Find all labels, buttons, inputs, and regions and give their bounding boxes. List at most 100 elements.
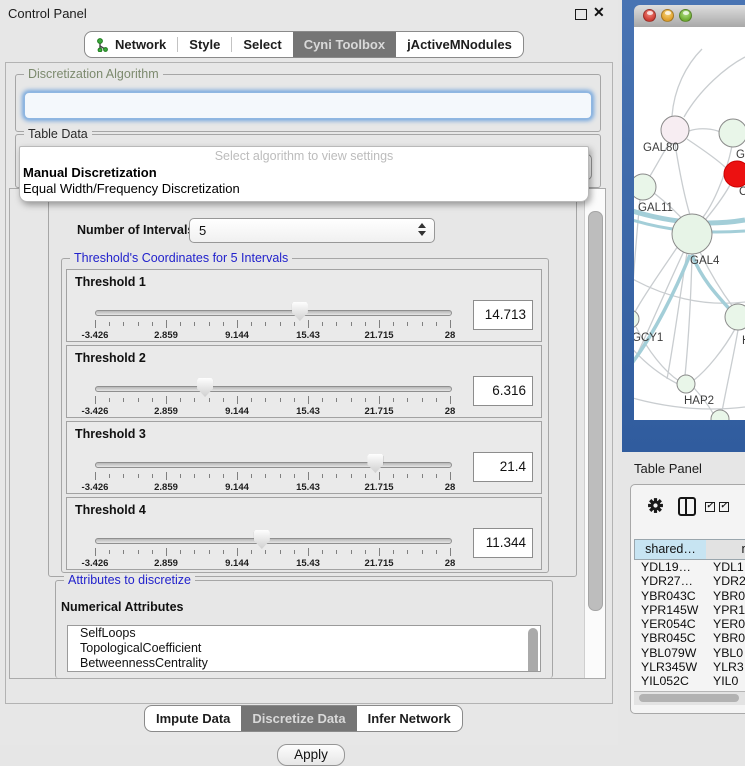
table-cell[interactable]: YBR0 — [713, 589, 745, 603]
table-row[interactable]: YBR045C YBR0 — [634, 631, 745, 645]
tab-impute-data[interactable]: Impute Data — [145, 706, 241, 731]
threshold-value-field[interactable]: 11.344 — [473, 528, 533, 558]
tab-infer-network[interactable]: Infer Network — [357, 706, 462, 731]
table-cell[interactable]: YDR27… — [641, 574, 693, 588]
network-edge[interactable] — [721, 330, 738, 417]
table-cell[interactable]: YBR045C — [641, 631, 696, 645]
close-icon[interactable]: ✕ — [593, 4, 605, 21]
attributes-listbox[interactable]: SelfLoopsTopologicalCoefficientBetweenne… — [67, 625, 541, 672]
network-canvas[interactable]: GAL80GACGAL11GAL4GCY1HHAP2 — [634, 27, 745, 420]
slider-handle[interactable] — [254, 530, 270, 549]
network-edge[interactable] — [689, 129, 720, 132]
tab-network[interactable]: Network — [85, 32, 177, 57]
list-scrollbar[interactable] — [528, 628, 538, 672]
attribute-list-item[interactable]: TopologicalCoefficient — [68, 641, 540, 656]
dropdown-option-equal-width[interactable]: Equal Width/Frequency Discretization — [20, 180, 588, 196]
network-edge[interactable] — [634, 277, 745, 303]
attribute-list-item[interactable]: BetweennessCentrality — [68, 656, 540, 671]
tab-select[interactable]: Select — [232, 32, 292, 57]
split-view-icon[interactable] — [678, 497, 696, 516]
table-cell[interactable]: YDR2 — [713, 574, 745, 588]
threshold-value-field[interactable]: 14.713 — [473, 300, 533, 330]
apply-button[interactable]: Apply — [277, 744, 345, 766]
network-node-GAL4[interactable] — [672, 214, 712, 254]
table-row[interactable]: YIL052C YIL0 — [634, 674, 745, 688]
zoom-traffic-light[interactable] — [679, 9, 692, 22]
threshold-slider[interactable]: -3.4262.8599.14415.4321.71528 — [95, 346, 450, 419]
table-row[interactable]: YDR27… YDR2 — [634, 574, 745, 588]
table-cell[interactable]: YDL19… — [641, 560, 691, 574]
number-of-intervals-combobox[interactable]: 5 — [189, 218, 435, 243]
table-row[interactable]: YBL079W YBL0 — [634, 646, 745, 660]
scrollbar-thumb[interactable] — [588, 211, 603, 611]
settings-gear-icon[interactable] — [647, 497, 664, 519]
column-header-name[interactable]: na — [706, 539, 745, 560]
network-node-GAL80[interactable] — [661, 116, 689, 144]
tick-label: 21.715 — [364, 406, 393, 417]
network-node-GCY1[interactable] — [634, 310, 639, 328]
table-cell[interactable]: YLR3 — [713, 660, 744, 674]
network-edge[interactable] — [687, 139, 726, 168]
table-cell[interactable]: YDL1 — [713, 560, 744, 574]
slider-track[interactable] — [95, 310, 452, 316]
float-window-icon[interactable] — [575, 9, 587, 20]
horizontal-scrollbar[interactable] — [634, 691, 745, 705]
scrollbar-thumb[interactable] — [639, 694, 739, 702]
table-cell[interactable]: YER054C — [641, 617, 696, 631]
table-cell[interactable]: YER0 — [713, 617, 745, 631]
threshold-value-field[interactable]: 21.4 — [473, 452, 533, 482]
tick-mark — [166, 548, 167, 556]
network-edge-highlighted[interactable] — [634, 255, 690, 367]
vertical-scrollbar[interactable] — [584, 189, 605, 678]
network-edge[interactable] — [685, 254, 692, 376]
table-cell[interactable]: YBR0 — [713, 631, 745, 645]
threshold-slider[interactable]: -3.4262.8599.14415.4321.71528 — [95, 270, 450, 343]
table-row[interactable]: YBR043C YBR0 — [634, 589, 745, 603]
network-edge[interactable] — [634, 199, 640, 311]
slider-track[interactable] — [95, 538, 452, 544]
table-row[interactable]: YER054C YER0 — [634, 617, 745, 631]
table-cell[interactable]: YIL052C — [641, 674, 689, 688]
table-row[interactable]: YDL19… YDL1 — [634, 560, 745, 574]
slider-handle[interactable] — [367, 454, 383, 473]
network-edge[interactable] — [694, 329, 735, 380]
window-titlebar[interactable] — [634, 5, 745, 28]
threshold-slider[interactable]: -3.4262.8599.14415.4321.71528 — [95, 422, 450, 495]
network-edge[interactable] — [698, 146, 732, 223]
threshold-value-field[interactable]: 6.316 — [473, 376, 533, 406]
close-traffic-light[interactable] — [643, 9, 656, 22]
network-edge[interactable] — [675, 144, 690, 215]
checkbox-icon[interactable]: ✓ — [719, 502, 729, 512]
slider-handle[interactable] — [197, 378, 213, 397]
checkbox-icon[interactable]: ✓ — [705, 502, 715, 512]
tab-discretize-data[interactable]: Discretize Data — [241, 706, 356, 731]
table-row[interactable]: YPR145W YPR1 — [634, 603, 745, 617]
attribute-list-item[interactable]: SelfLoops — [68, 626, 540, 641]
algorithm-combobox[interactable] — [24, 92, 592, 119]
table-cell[interactable]: YPR145W — [641, 603, 698, 617]
tab-style[interactable]: Style — [178, 32, 231, 57]
table-cell[interactable]: YBL0 — [713, 646, 743, 660]
slider-track[interactable] — [95, 386, 452, 392]
network-node-GAL11[interactable] — [634, 174, 656, 200]
network-edge[interactable] — [672, 49, 702, 116]
dropdown-option-manual-discretization[interactable]: Manual Discretization — [20, 164, 588, 180]
minimize-traffic-light[interactable] — [661, 9, 674, 22]
table-cell[interactable]: YBL079W — [641, 646, 696, 660]
slider-handle[interactable] — [292, 302, 308, 321]
network-node-GA[interactable] — [719, 119, 745, 147]
table-cell[interactable]: YBR043C — [641, 589, 696, 603]
tab-jactivemnodules[interactable]: jActiveMNodules — [396, 32, 523, 57]
network-edge[interactable] — [684, 57, 745, 117]
table-cell[interactable]: YIL0 — [713, 674, 738, 688]
table-row[interactable]: YLR345W YLR3 — [634, 660, 745, 674]
network-node-C[interactable] — [724, 161, 745, 187]
table-cell[interactable]: YPR1 — [713, 603, 745, 617]
column-header-shared[interactable]: shared… — [634, 539, 707, 560]
slider-track[interactable] — [95, 462, 452, 468]
tab-cyni-toolbox[interactable]: Cyni Toolbox — [293, 32, 396, 57]
table-cell[interactable]: YLR345W — [641, 660, 697, 674]
threshold-slider[interactable]: -3.4262.8599.14415.4321.71528 — [95, 498, 450, 571]
network-node-HAP2[interactable] — [677, 375, 695, 393]
network-node-node[interactable] — [711, 410, 729, 420]
